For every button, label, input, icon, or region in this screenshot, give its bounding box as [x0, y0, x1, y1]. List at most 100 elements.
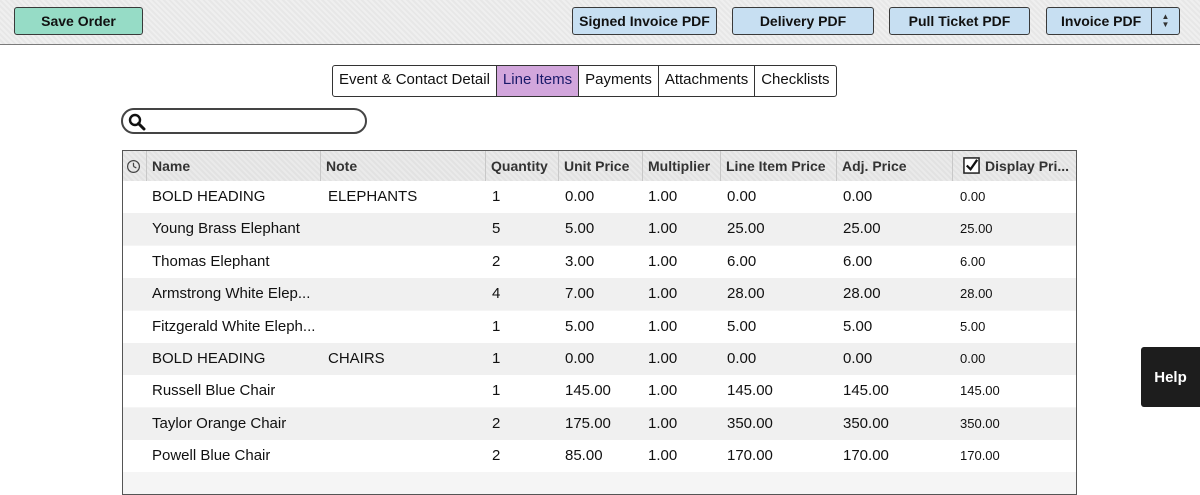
cell-adj-price[interactable]: 145.00	[843, 375, 889, 407]
cell-unit-price[interactable]: 85.00	[565, 440, 603, 472]
tab-event-contact-detail[interactable]: Event & Contact Detail	[333, 66, 496, 96]
column-header-adj-price[interactable]: Adj. Price	[837, 151, 953, 181]
cell-line-item-price[interactable]: 0.00	[727, 343, 756, 375]
tab-checklists[interactable]: Checklists	[754, 66, 835, 96]
cell-multiplier[interactable]: 1.00	[648, 278, 677, 310]
cell-display-price[interactable]: 5.00	[960, 311, 985, 343]
invoice-pdf-split-button[interactable]: Invoice PDF ▲ ▼	[1046, 7, 1180, 35]
save-order-button[interactable]: Save Order	[14, 7, 143, 35]
cell-note[interactable]: ELEPHANTS	[328, 181, 417, 213]
clock-column-header[interactable]	[123, 151, 147, 181]
tab-attachments[interactable]: Attachments	[657, 66, 754, 96]
cell-quantity[interactable]: 2	[492, 246, 500, 278]
cell-line-item-price[interactable]: 25.00	[727, 213, 765, 245]
signed-invoice-pdf-button[interactable]: Signed Invoice PDF	[572, 7, 717, 35]
cell-name[interactable]: BOLD HEADING	[152, 343, 265, 375]
pull-ticket-pdf-button[interactable]: Pull Ticket PDF	[889, 7, 1030, 35]
cell-display-price[interactable]: 170.00	[960, 440, 1000, 472]
cell-display-price[interactable]: 350.00	[960, 408, 1000, 440]
cell-line-item-price[interactable]: 145.00	[727, 375, 773, 407]
table-row[interactable]: Armstrong White Elep... 4 7.00 1.00 28.00 28.…	[123, 278, 1076, 311]
cell-adj-price[interactable]: 5.00	[843, 311, 872, 343]
table-row[interactable]: Fitzgerald White Eleph... 1 5.00 1.00 5.00 5.…	[123, 310, 1076, 343]
cell-adj-price[interactable]: 0.00	[843, 343, 872, 375]
cell-line-item-price[interactable]: 170.00	[727, 440, 773, 472]
table-row[interactable]: BOLD HEADING CHAIRS 1 0.00 1.00 0.00 0.00 0.00	[123, 343, 1076, 375]
cell-display-price[interactable]: 0.00	[960, 181, 985, 213]
cell-display-price[interactable]: 25.00	[960, 213, 993, 245]
cell-quantity[interactable]: 1	[492, 181, 500, 213]
cell-name[interactable]: BOLD HEADING	[152, 181, 265, 213]
cell-unit-price[interactable]: 5.00	[565, 311, 594, 343]
cell-adj-price[interactable]: 25.00	[843, 213, 881, 245]
cell-adj-price[interactable]: 28.00	[843, 278, 881, 310]
cell-quantity[interactable]: 5	[492, 213, 500, 245]
tab-line-items[interactable]: Line Items	[495, 66, 579, 96]
cell-multiplier[interactable]: 1.00	[648, 375, 677, 407]
cell-name[interactable]: Taylor Orange Chair	[152, 408, 286, 440]
cell-display-price[interactable]: 145.00	[960, 375, 1000, 407]
cell-display-price[interactable]: 0.00	[960, 343, 985, 375]
cell-line-item-price[interactable]: 6.00	[727, 246, 756, 278]
cell-quantity[interactable]: 2	[492, 440, 500, 472]
table-row[interactable]: Young Brass Elephant 5 5.00 1.00 25.00 25.00 2…	[123, 213, 1076, 246]
cell-display-price[interactable]: 28.00	[960, 278, 993, 310]
search-input[interactable]	[151, 111, 363, 133]
table-row[interactable]: Powell Blue Chair 2 85.00 1.00 170.00 170.00 1…	[123, 440, 1076, 473]
help-button[interactable]: Help	[1141, 347, 1200, 407]
column-header-note[interactable]: Note	[321, 151, 486, 181]
cell-line-item-price[interactable]: 350.00	[727, 408, 773, 440]
cell-multiplier[interactable]: 1.00	[648, 213, 677, 245]
cell-adj-price[interactable]: 350.00	[843, 408, 889, 440]
cell-name[interactable]: Armstrong White Elep...	[152, 278, 310, 310]
cell-multiplier[interactable]: 1.00	[648, 343, 677, 375]
cell-quantity[interactable]: 1	[492, 375, 500, 407]
delivery-pdf-button[interactable]: Delivery PDF	[732, 7, 874, 35]
cell-unit-price[interactable]: 145.00	[565, 375, 611, 407]
cell-adj-price[interactable]: 170.00	[843, 440, 889, 472]
table-row[interactable]: Taylor Orange Chair 2 175.00 1.00 350.00 350.…	[123, 407, 1076, 440]
cell-name[interactable]: Powell Blue Chair	[152, 440, 270, 472]
cell-quantity[interactable]: 1	[492, 343, 500, 375]
column-header-unit-price[interactable]: Unit Price	[559, 151, 643, 181]
cell-adj-price[interactable]: 6.00	[843, 246, 872, 278]
table-row[interactable]: Russell Blue Chair 1 145.00 1.00 145.00 145.0…	[123, 375, 1076, 408]
cell-name[interactable]: Thomas Elephant	[152, 246, 270, 278]
column-header-display-price[interactable]: Display Pri...	[953, 151, 1076, 181]
cell-line-item-price[interactable]: 5.00	[727, 311, 756, 343]
tab-payments[interactable]: Payments	[578, 66, 658, 96]
invoice-pdf-label[interactable]: Invoice PDF	[1047, 13, 1141, 29]
cell-quantity[interactable]: 2	[492, 408, 500, 440]
cell-line-item-price[interactable]: 28.00	[727, 278, 765, 310]
up-down-arrows-icon[interactable]: ▲ ▼	[1151, 8, 1179, 34]
cell-name[interactable]: Fitzgerald White Eleph...	[152, 311, 315, 343]
column-header-name[interactable]: Name	[147, 151, 321, 181]
cell-unit-price[interactable]: 5.00	[565, 213, 594, 245]
cell-name[interactable]: Young Brass Elephant	[152, 213, 300, 245]
cell-note[interactable]: CHAIRS	[328, 343, 385, 375]
cell-unit-price[interactable]: 0.00	[565, 181, 594, 213]
table-row[interactable]: BOLD HEADING ELEPHANTS 1 0.00 1.00 0.00 0.00 0.…	[123, 181, 1076, 213]
cell-multiplier[interactable]: 1.00	[648, 440, 677, 472]
cell-multiplier[interactable]: 1.00	[648, 181, 677, 213]
cell-adj-price[interactable]: 0.00	[843, 181, 872, 213]
cell-name[interactable]: Russell Blue Chair	[152, 375, 275, 407]
column-header-line-item-price[interactable]: Line Item Price	[721, 151, 837, 181]
table-row[interactable]: Thomas Elephant 2 3.00 1.00 6.00 6.00 6.00	[123, 245, 1076, 278]
cell-unit-price[interactable]: 3.00	[565, 246, 594, 278]
cell-unit-price[interactable]: 0.00	[565, 343, 594, 375]
cell-quantity[interactable]: 1	[492, 311, 500, 343]
cell-unit-price[interactable]: 7.00	[565, 278, 594, 310]
column-header-multiplier[interactable]: Multiplier	[643, 151, 721, 181]
cell-multiplier[interactable]: 1.00	[648, 311, 677, 343]
cell-line-item-price[interactable]: 0.00	[727, 181, 756, 213]
cell-display-price[interactable]: 6.00	[960, 246, 985, 278]
cell-unit-price[interactable]: 175.00	[565, 408, 611, 440]
cell-multiplier[interactable]: 1.00	[648, 408, 677, 440]
search-box[interactable]	[121, 108, 367, 134]
line-items-table: Name Note Quantity Unit Price Multiplier…	[122, 150, 1077, 495]
checkbox-checked-icon[interactable]	[963, 157, 980, 174]
cell-quantity[interactable]: 4	[492, 278, 500, 310]
cell-multiplier[interactable]: 1.00	[648, 246, 677, 278]
column-header-quantity[interactable]: Quantity	[486, 151, 559, 181]
